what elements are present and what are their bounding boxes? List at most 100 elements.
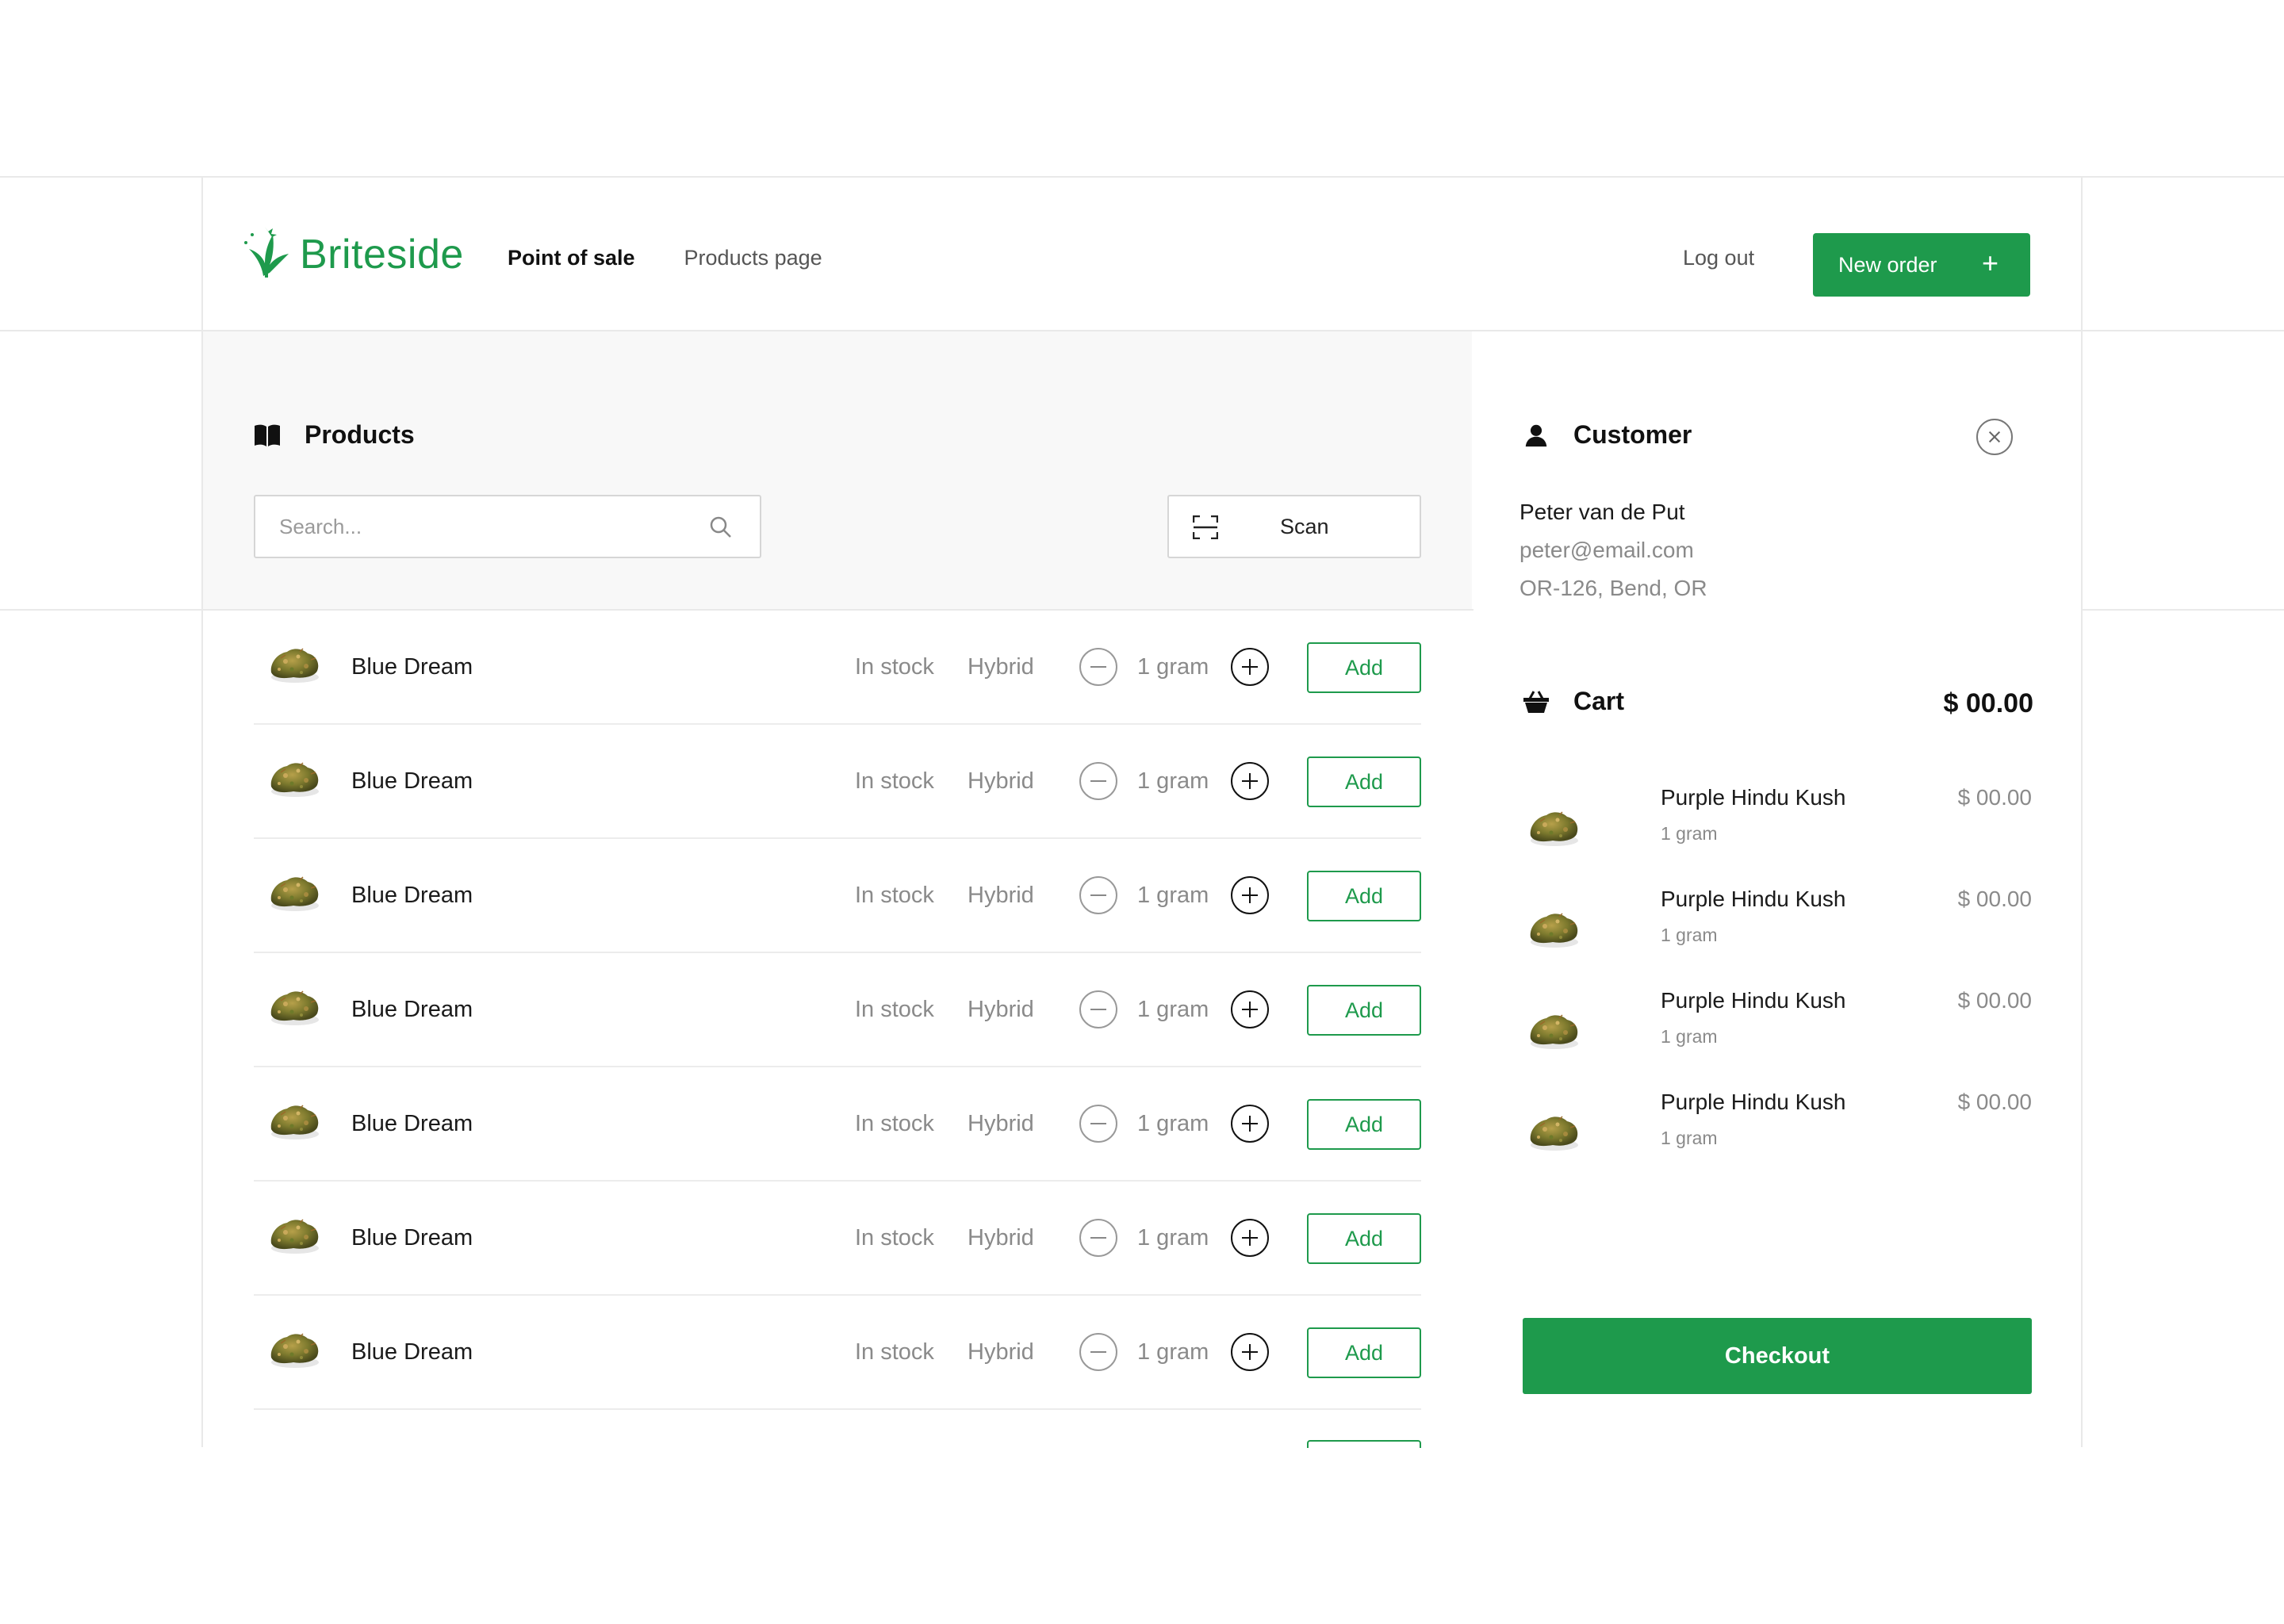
nav-products-page[interactable]: Products page	[684, 246, 822, 270]
products-toolbar: Products Search... Scan	[203, 331, 1472, 609]
increase-quantity-icon[interactable]	[1231, 1219, 1269, 1257]
product-name: Blue Dream	[351, 1111, 473, 1136]
products-heading: Products	[254, 420, 415, 450]
user-icon	[1525, 424, 1547, 446]
decrease-quantity-icon[interactable]	[1079, 1105, 1117, 1143]
strain-type: Hybrid	[968, 1111, 1034, 1136]
cart-item: Purple Hindu Kush 1 gram $ 00.00	[1519, 985, 2032, 1086]
add-button[interactable]: Add	[1307, 642, 1421, 693]
product-row: Blue Dream In stock Hybrid 1 gram Add	[254, 953, 1421, 1067]
product-image	[266, 1327, 322, 1372]
decrease-quantity-icon[interactable]	[1079, 762, 1117, 800]
increase-quantity-icon[interactable]	[1231, 990, 1269, 1028]
quantity-value: 1 gram	[1137, 883, 1209, 908]
add-button[interactable]: Add	[1307, 1099, 1421, 1150]
product-image	[266, 1213, 322, 1258]
cart-item-price: $ 00.00	[1957, 1090, 2032, 1114]
stock-status: In stock	[855, 1111, 934, 1136]
open-book-icon	[255, 424, 280, 446]
stock-status: In stock	[855, 997, 934, 1022]
products-title: Products	[305, 420, 415, 449]
product-image	[266, 985, 322, 1029]
increase-quantity-icon[interactable]	[1231, 762, 1269, 800]
cart-item-name: Purple Hindu Kush	[1661, 887, 1846, 911]
stock-status: In stock	[855, 654, 934, 680]
customer-title: Customer	[1573, 420, 1692, 449]
cart-item-name: Purple Hindu Kush	[1661, 988, 1846, 1013]
magnifier-icon	[710, 516, 731, 538]
cart-item-name: Purple Hindu Kush	[1661, 1090, 1846, 1114]
cart-item-quantity: 1 gram	[1661, 823, 1718, 844]
main-nav: Point of sale Products page	[508, 246, 822, 270]
quantity-value: 1 gram	[1137, 997, 1209, 1022]
cart-item-price: $ 00.00	[1957, 988, 2032, 1013]
brand-logo[interactable]: Briteside	[241, 225, 464, 278]
increase-quantity-icon[interactable]	[1231, 876, 1269, 914]
product-image	[266, 756, 322, 801]
nav-point-of-sale[interactable]: Point of sale	[508, 246, 635, 270]
order-panel: Customer Peter van de Put peter@email.co…	[1473, 331, 2081, 1446]
add-button[interactable]: Add	[1307, 1213, 1421, 1264]
cart-item: Purple Hindu Kush 1 gram $ 00.00	[1519, 1086, 2032, 1188]
cart-heading: Cart	[1523, 687, 1624, 716]
product-row: Blue Dream In stock Hybrid 1 gram Add	[254, 1182, 1421, 1296]
increase-quantity-icon[interactable]	[1231, 1105, 1269, 1143]
cart-item: Purple Hindu Kush 1 gram $ 00.00	[1519, 883, 2032, 985]
add-button-partial[interactable]	[1307, 1440, 1421, 1448]
decrease-quantity-icon[interactable]	[1079, 1219, 1117, 1257]
increase-quantity-icon[interactable]	[1231, 1333, 1269, 1371]
logout-link[interactable]: Log out	[1683, 246, 1754, 270]
cart-item-image	[1526, 806, 1581, 850]
product-name: Blue Dream	[351, 883, 473, 908]
stock-status: In stock	[855, 768, 934, 794]
product-name: Blue Dream	[351, 1225, 473, 1251]
add-button[interactable]: Add	[1307, 871, 1421, 921]
customer-email: peter@email.com	[1519, 538, 1694, 562]
cart-item-image	[1526, 1009, 1581, 1053]
plus-icon: +	[1981, 247, 1998, 279]
product-row: Blue Dream In stock Hybrid 1 gram Add	[254, 725, 1421, 839]
customer-heading: Customer	[1523, 420, 1692, 450]
search-input[interactable]: Search...	[254, 495, 761, 558]
product-name: Blue Dream	[351, 654, 473, 680]
strain-type: Hybrid	[968, 1225, 1034, 1251]
increase-quantity-icon[interactable]	[1231, 648, 1269, 686]
scan-label: Scan	[1280, 515, 1329, 538]
customer-address: OR-126, Bend, OR	[1519, 576, 1707, 600]
scan-button[interactable]: Scan	[1167, 495, 1421, 558]
cart-title: Cart	[1573, 687, 1625, 715]
close-circle-icon[interactable]	[1976, 419, 2013, 455]
cannabis-leaf-icon	[244, 227, 289, 278]
cart-item-price: $ 00.00	[1957, 785, 2032, 810]
add-button[interactable]: Add	[1307, 756, 1421, 807]
product-row: Blue Dream In stock Hybrid 1 gram Add	[254, 611, 1421, 725]
strain-type: Hybrid	[968, 768, 1034, 794]
add-button[interactable]: Add	[1307, 985, 1421, 1036]
add-button[interactable]: Add	[1307, 1327, 1421, 1378]
cart-item-image	[1526, 1110, 1581, 1155]
product-image	[266, 642, 322, 687]
quantity-value: 1 gram	[1137, 1111, 1209, 1136]
pos-screen: Briteside Point of sale Products page Lo…	[0, 0, 2284, 1624]
quantity-value: 1 gram	[1137, 768, 1209, 794]
decrease-quantity-icon[interactable]	[1079, 990, 1117, 1028]
decrease-quantity-icon[interactable]	[1079, 876, 1117, 914]
product-row: Blue Dream In stock Hybrid 1 gram Add	[254, 839, 1421, 953]
guide-line	[2081, 176, 2083, 1447]
product-name: Blue Dream	[351, 768, 473, 794]
checkout-button[interactable]: Checkout	[1523, 1318, 2032, 1394]
quantity-value: 1 gram	[1137, 1225, 1209, 1251]
strain-type: Hybrid	[968, 654, 1034, 680]
product-row: Blue Dream In stock Hybrid 1 gram Add	[254, 1067, 1421, 1182]
customer-name: Peter van de Put	[1519, 500, 1685, 524]
cart-item-name: Purple Hindu Kush	[1661, 785, 1846, 810]
basket-icon	[1523, 690, 1549, 713]
barcode-scan-icon	[1193, 515, 1218, 539]
cart-item-quantity: 1 gram	[1661, 1026, 1718, 1047]
decrease-quantity-icon[interactable]	[1079, 648, 1117, 686]
new-order-button[interactable]: New order +	[1813, 233, 2030, 297]
cart-item-image	[1526, 907, 1581, 952]
decrease-quantity-icon[interactable]	[1079, 1333, 1117, 1371]
search-placeholder: Search...	[279, 514, 362, 538]
cart-item-quantity: 1 gram	[1661, 1128, 1718, 1148]
